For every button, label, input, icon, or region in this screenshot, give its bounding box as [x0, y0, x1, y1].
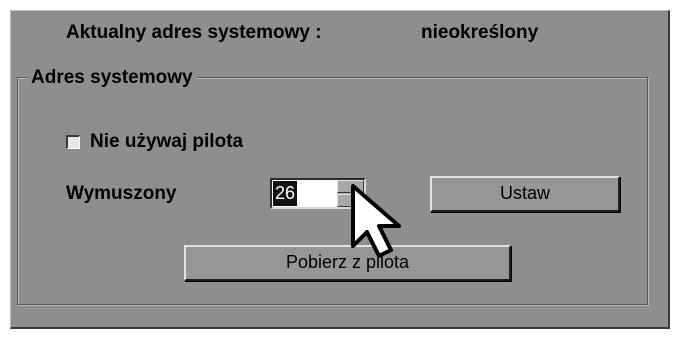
set-button[interactable]: Ustaw [430, 176, 620, 212]
forced-address-value[interactable]: 26 [273, 181, 298, 206]
mouse-pointer-icon [351, 184, 401, 258]
current-address-label: Aktualny adres systemowy : [66, 22, 322, 43]
current-address-value: nieokreślony [421, 22, 539, 43]
forced-address-label: Wymuszony [66, 183, 177, 204]
no-remote-checkbox-label[interactable]: Nie używaj pilota [90, 131, 243, 153]
system-address-group-title: Adres systemowy [28, 67, 197, 89]
no-remote-checkbox[interactable] [66, 135, 80, 149]
no-remote-checkbox-row[interactable]: Nie używaj pilota [66, 131, 243, 153]
